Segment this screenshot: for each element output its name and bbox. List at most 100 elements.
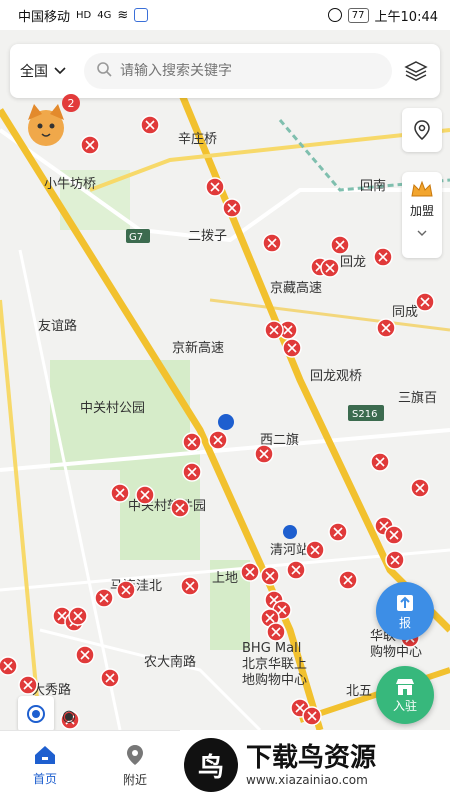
restaurant-marker[interactable]	[410, 478, 430, 498]
search-field[interactable]	[84, 53, 392, 89]
tab-home[interactable]: 首页	[0, 731, 90, 800]
restaurant-marker[interactable]	[68, 606, 88, 626]
restaurant-marker[interactable]	[135, 485, 155, 505]
map-label: 友谊路	[38, 318, 77, 334]
g7-shield: G7	[129, 232, 143, 243]
store-icon	[396, 678, 414, 695]
map-label: 同成	[392, 305, 418, 320]
signal-icon: 4G	[97, 9, 112, 21]
notification-badge: 2	[62, 94, 80, 112]
restaurant-marker[interactable]	[208, 430, 228, 450]
search-bar: 全国	[10, 44, 440, 98]
restaurant-marker[interactable]	[370, 452, 390, 472]
map-pin-button[interactable]	[402, 108, 442, 152]
watermark-logo-icon: 鸟	[184, 738, 238, 792]
map-label: 中关村公园	[80, 401, 145, 416]
restaurant-marker[interactable]	[205, 177, 225, 197]
shield-icon	[134, 8, 149, 22]
home-icon	[35, 746, 55, 764]
restaurant-marker[interactable]	[320, 258, 340, 278]
target-icon	[27, 705, 45, 723]
map-label: 小牛坊桥	[44, 177, 96, 192]
watermark-title: 下载鸟资源	[246, 743, 377, 773]
restaurant-marker[interactable]	[260, 566, 280, 586]
settle-in-label: 入驻	[392, 698, 417, 713]
restaurant-marker[interactable]	[110, 483, 130, 503]
crown-icon	[411, 180, 433, 197]
restaurant-marker[interactable]	[180, 576, 200, 596]
restaurant-marker[interactable]	[116, 580, 136, 600]
region-selector[interactable]: 全国	[20, 61, 84, 81]
tab-label: 首页	[32, 772, 57, 786]
report-label: 报	[398, 615, 411, 630]
restaurant-marker[interactable]	[384, 525, 404, 545]
location-panel	[402, 108, 442, 152]
map-label: 回龙	[340, 255, 366, 270]
alarm-icon	[327, 8, 342, 22]
restaurant-marker[interactable]	[182, 462, 202, 482]
carrier-label: 中国移动	[18, 9, 71, 25]
layers-button[interactable]	[402, 57, 430, 85]
report-button[interactable]: 报	[376, 582, 434, 640]
join-label: 加盟	[409, 204, 434, 218]
chevron-down-icon[interactable]	[417, 225, 427, 239]
restaurant-marker[interactable]	[266, 622, 286, 642]
map-label: 北京华联上	[242, 657, 307, 672]
watermark-url: www.xiazainiao.com	[246, 773, 368, 787]
watermark-banner: 鸟 下载鸟资源 www.xiazainiao.com	[180, 730, 450, 800]
restaurant-marker[interactable]	[328, 522, 348, 542]
my-location-button[interactable]	[18, 696, 54, 732]
tab-nearby[interactable]: 附近	[90, 731, 180, 800]
map-label: 京藏高速	[270, 280, 322, 296]
restaurant-marker[interactable]	[282, 338, 302, 358]
restaurant-marker[interactable]	[140, 115, 160, 135]
map-label: 回龙观桥	[310, 369, 362, 384]
restaurant-marker[interactable]	[0, 656, 18, 676]
map-pin-icon	[414, 120, 430, 140]
restaurant-marker[interactable]	[170, 498, 190, 518]
restaurant-marker[interactable]	[302, 706, 322, 726]
search-icon	[96, 61, 112, 81]
restaurant-marker[interactable]	[305, 540, 325, 560]
map-label: 北五	[346, 684, 372, 699]
upload-icon	[397, 594, 413, 611]
wifi-icon: ≋	[117, 7, 129, 23]
join-panel[interactable]: 加盟	[402, 172, 442, 258]
map-label: 回南	[360, 178, 386, 194]
clock: 上午10:44	[374, 9, 438, 25]
restaurant-marker[interactable]	[338, 570, 358, 590]
restaurant-marker[interactable]	[376, 318, 396, 338]
map-label: BHG Mall	[242, 641, 301, 656]
map-label: 农大南路	[144, 654, 196, 670]
restaurant-marker[interactable]	[286, 560, 306, 580]
restaurant-marker[interactable]	[100, 668, 120, 688]
hd-icon: HD	[76, 9, 92, 21]
restaurant-marker[interactable]	[264, 320, 284, 340]
restaurant-marker[interactable]	[262, 233, 282, 253]
restaurant-marker[interactable]	[240, 562, 260, 582]
restaurant-marker[interactable]	[75, 645, 95, 665]
restaurant-marker[interactable]	[385, 550, 405, 570]
restaurant-marker[interactable]	[80, 135, 100, 155]
status-bar: 中国移动 HD 4G ≋ 77 上午10:44	[0, 0, 450, 30]
settle-in-button[interactable]: 入驻	[376, 666, 434, 724]
chevron-down-icon	[54, 63, 66, 79]
location-pin-icon	[127, 745, 143, 765]
map-label: 三旗百	[398, 390, 437, 406]
restaurant-marker[interactable]	[94, 588, 114, 608]
restaurant-marker[interactable]	[18, 675, 38, 695]
restaurant-marker[interactable]	[254, 444, 274, 464]
restaurant-marker[interactable]	[182, 432, 202, 452]
map-logo-icon: ◉	[62, 706, 76, 725]
map-label: 清河站	[270, 543, 309, 558]
layers-icon	[404, 61, 428, 81]
restaurant-marker[interactable]	[330, 235, 350, 255]
restaurant-marker[interactable]	[373, 247, 393, 267]
search-input[interactable]	[120, 63, 380, 79]
restaurant-marker[interactable]	[415, 292, 435, 312]
battery-icon: 77	[347, 7, 369, 23]
station-icon	[283, 525, 297, 539]
restaurant-marker[interactable]	[222, 198, 242, 218]
map-label: 京新高速	[172, 340, 224, 356]
map-label: 二拨子	[188, 229, 227, 244]
